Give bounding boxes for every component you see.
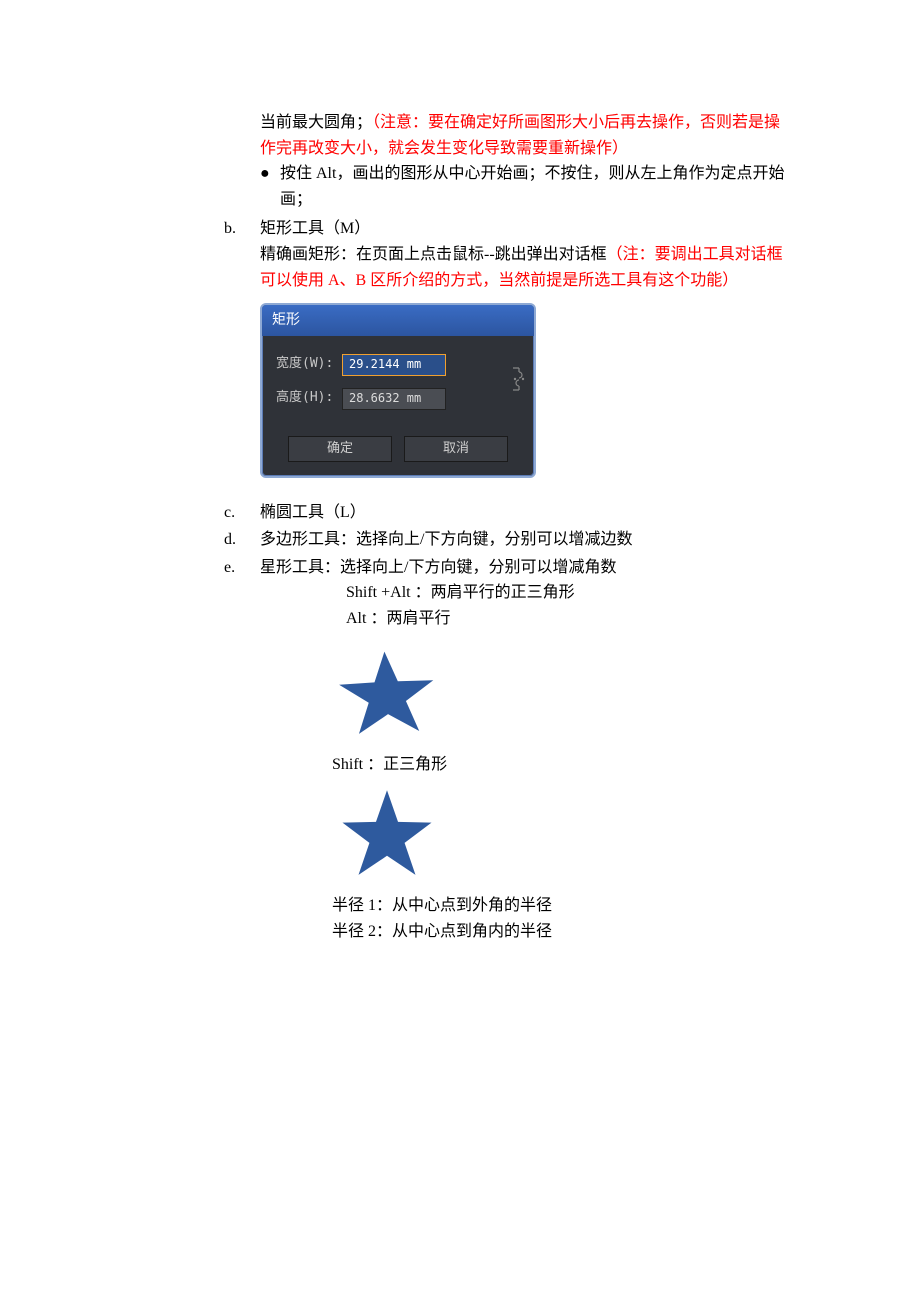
dialog-title: 矩形 (262, 305, 534, 335)
item-e: e. 星形工具：选择向上/下方向键，分别可以增减角数 Shift +Alt ：两… (260, 555, 790, 945)
document-body: 当前最大圆角；（注意：要在确定好所画图形大小后再去操作，否则若是操作完再改变大小… (260, 110, 790, 944)
rectangle-dialog: 矩形 宽度(W): 29.2144 mm 高度(H): 28.6632 mm (260, 303, 536, 477)
height-label: 高度(H): (276, 388, 342, 409)
dialog-buttons: 确定 取消 (262, 430, 534, 476)
dialog-body: 宽度(W): 29.2144 mm 高度(H): 28.6632 mm (262, 336, 534, 430)
width-label: 宽度(W): (276, 354, 342, 375)
item-c: c. 椭圆工具（L） (260, 500, 790, 526)
shift-alt-text: Shift +Alt ：两肩平行的正三角形 (346, 580, 790, 606)
star-image-1 (332, 638, 790, 746)
height-input[interactable]: 28.6632 mm (342, 388, 446, 410)
item-d: d. 多边形工具：选择向上/下方向键，分别可以增减边数 (260, 527, 790, 553)
height-row: 高度(H): 28.6632 mm (276, 388, 520, 410)
paragraph-corner-radius: 当前最大圆角；（注意：要在确定好所画图形大小后再去操作，否则若是操作完再改变大小… (260, 110, 790, 161)
radius1-text: 半径 1：从中心点到外角的半径 (332, 893, 790, 919)
item-b-label: b. (224, 216, 260, 242)
item-e-text: 星形工具：选择向上/下方向键，分别可以增减角数 (260, 555, 790, 581)
item-e-label: e. (224, 555, 260, 581)
bullet-alt-key: ● 按住 Alt，画出的图形从中心开始画；不按住，则从左上角作为定点开始画； (260, 161, 790, 212)
radius2-text: 半径 2：从中心点到角内的半径 (332, 919, 790, 945)
shift-text: Shift ：正三角形 (332, 752, 790, 778)
width-row: 宽度(W): 29.2144 mm (276, 354, 520, 376)
item-b-desc-text: 精确画矩形：在页面上点击鼠标--跳出弹出对话框 (260, 246, 607, 263)
constrain-proportions-icon[interactable] (506, 364, 530, 394)
item-b-title: 矩形工具（M） (260, 216, 790, 242)
bullet-alt-text: 按住 Alt，画出的图形从中心开始画；不按住，则从左上角作为定点开始画； (280, 161, 790, 212)
item-b-desc: 精确画矩形：在页面上点击鼠标--跳出弹出对话框（注：要调出工具对话框可以使用 A… (260, 242, 790, 293)
ok-button[interactable]: 确定 (288, 436, 392, 462)
text-corner-radius: 当前最大圆角； (260, 114, 372, 131)
item-b: b. 矩形工具（M） 精确画矩形：在页面上点击鼠标--跳出弹出对话框（注：要调出… (260, 216, 790, 497)
item-c-label: c. (224, 500, 260, 526)
item-c-text: 椭圆工具（L） (260, 500, 790, 526)
star-image-2 (332, 783, 790, 887)
width-input[interactable]: 29.2144 mm (342, 354, 446, 376)
item-d-text: 多边形工具：选择向上/下方向键，分别可以增减边数 (260, 527, 790, 553)
item-d-label: d. (224, 527, 260, 553)
bullet-marker: ● (260, 161, 280, 187)
cancel-button[interactable]: 取消 (404, 436, 508, 462)
alt-text: Alt ：两肩平行 (346, 606, 790, 632)
